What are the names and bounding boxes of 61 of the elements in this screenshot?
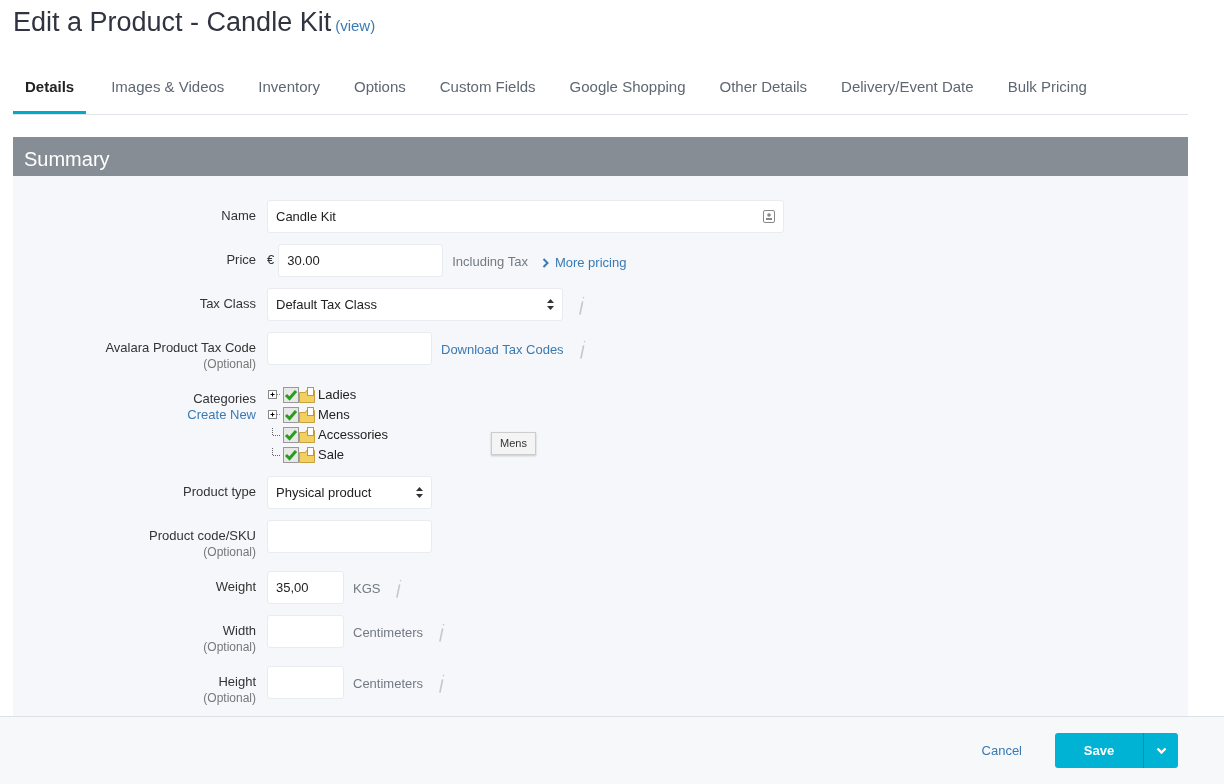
checkbox[interactable] [283,406,299,423]
field-label: Weight [214,578,256,595]
expand-icon[interactable] [267,407,281,422]
caret-icon [1155,746,1167,755]
category-label[interactable]: Ladies [318,385,357,405]
tab[interactable]: Other Details [719,76,808,114]
field-label: Avalara Product Tax Code [104,339,256,356]
field-label: Categories [192,390,256,407]
page-title: Edit a Product - Candle Kit [13,7,332,37]
category-label[interactable]: Sale [318,445,345,465]
tab[interactable]: Inventory [258,76,321,114]
select-arrows-icon [547,298,554,310]
tab[interactable]: Google Shopping [569,76,686,114]
tab[interactable]: Options [354,76,406,114]
create-new-link[interactable]: Create New [13,406,256,423]
folder-icon [299,446,315,463]
field-label: Price [225,251,256,268]
price-input[interactable]: 30.00 [278,243,444,277]
tab[interactable]: Images & Videos [111,76,225,114]
tab[interactable]: Custom Fields [439,76,536,114]
expand-icon[interactable] [267,387,281,402]
select-arrows-icon [416,486,423,498]
download-link[interactable]: Download Tax Codes [432,331,564,360]
folder-icon [299,406,315,423]
optional-note: (Optional) [202,638,256,655]
select-dropdown[interactable]: Default Tax Class [267,287,563,321]
tab[interactable]: Bulk Pricing [1007,76,1087,114]
field-label: Height [217,673,256,690]
dropdown-toggle-button[interactable] [1143,733,1178,768]
folder-icon [299,386,315,403]
field-label: Name [220,207,256,224]
text-input[interactable]: Candle Kit [267,199,784,233]
unit-label: KGS [352,579,381,598]
optional-note: (Optional) [202,689,256,706]
checkbox[interactable] [283,426,299,443]
view-link[interactable]: (view) [335,17,376,34]
chevron-right-icon [541,257,549,268]
more-pricing-link[interactable]: More pricing [527,243,627,273]
checkbox[interactable] [283,386,299,403]
field-label: Width [221,622,256,639]
optional-note: (Optional) [202,543,256,560]
unit-label: Centimeters [352,674,424,693]
field-label: Product code/SKU [148,527,256,544]
unit-label: Centimeters [352,623,424,642]
field-label: Product type [182,483,256,500]
category-label[interactable]: Mens [318,405,350,425]
contact-card-icon [763,209,775,223]
tooltip: Mens [491,432,536,455]
text-input[interactable]: 35,00 [267,570,344,604]
field-label: Tax Class [198,295,256,312]
cancel-link[interactable]: Cancel [981,740,1022,761]
category-label[interactable]: Accessories [318,425,389,445]
tab[interactable]: Delivery/Event Date [841,76,974,114]
tab[interactable]: Details [13,76,87,114]
currency-symbol: € [267,250,276,269]
section-header: Summary [13,136,1188,176]
unit-label: Including Tax [451,252,528,271]
checkbox[interactable] [283,446,299,463]
select-dropdown[interactable]: Physical product [267,475,432,509]
optional-note: (Optional) [202,355,256,372]
folder-icon [299,426,315,443]
